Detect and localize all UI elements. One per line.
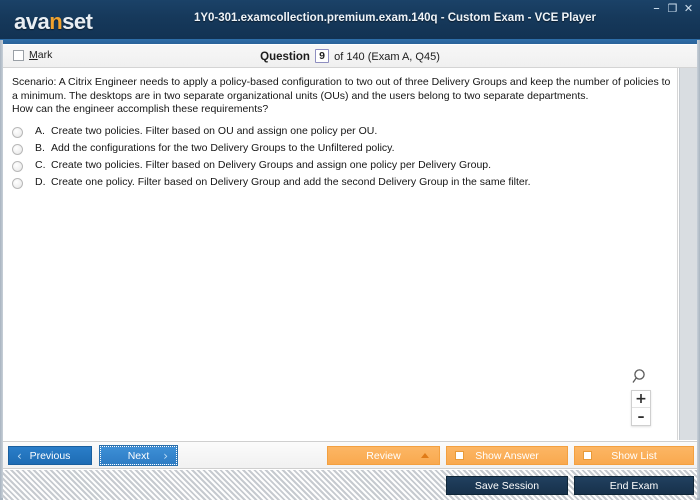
content-right-gutter — [679, 68, 697, 440]
avanset-logo: avanset — [14, 9, 93, 35]
question-header-bar: Mark Question 9 of 140 (Exam A, Q45) — [3, 45, 697, 68]
answer-option-b[interactable]: B. Add the configurations for the two De… — [12, 142, 667, 159]
end-exam-button[interactable]: End Exam — [574, 476, 694, 495]
review-button[interactable]: Review — [327, 446, 440, 465]
answer-letter-a: A. — [35, 125, 45, 137]
show-list-button[interactable]: Show List — [574, 446, 694, 465]
question-scenario-text: Scenario: A Citrix Engineer needs to app… — [12, 76, 672, 117]
question-counter-suffix: of 140 (Exam A, Q45) — [334, 51, 440, 63]
radio-button-c[interactable] — [12, 161, 23, 172]
window-title: 1Y0-301.examcollection.premium.exam.140q… — [193, 12, 597, 24]
zoom-button-group: + – — [631, 390, 651, 426]
question-content-area: Scenario: A Citrix Engineer needs to app… — [3, 68, 678, 440]
status-bar: Save Session End Exam — [3, 469, 697, 500]
question-number-input[interactable]: 9 — [315, 49, 330, 63]
chevron-up-icon — [421, 453, 429, 458]
question-line-2: How can the engineer accomplish these re… — [12, 103, 269, 115]
answer-letter-b: B. — [35, 142, 45, 154]
logo-text-part1: ava — [14, 9, 50, 34]
navigation-toolbar: ‹ Previous Next › Review Show Answer Sho… — [3, 441, 697, 469]
next-button[interactable]: Next › — [99, 445, 178, 466]
answer-letter-d: D. — [35, 176, 46, 188]
answer-options-list: A. Create two policies. Filter based on … — [12, 125, 667, 193]
zoom-controls: + – — [630, 367, 652, 426]
answer-text-b: Add the configurations for the two Deliv… — [51, 142, 395, 154]
previous-button-label: Previous — [29, 449, 71, 462]
chevron-left-icon: ‹ — [17, 448, 22, 463]
magnifier-icon[interactable] — [631, 367, 651, 387]
review-button-label: Review — [366, 449, 401, 462]
question-word-label: Question — [260, 51, 310, 63]
radio-button-b[interactable] — [12, 144, 23, 155]
answer-text-c: Create two policies. Filter based on Del… — [51, 159, 492, 171]
zoom-out-button[interactable]: – — [632, 408, 650, 425]
radio-button-d[interactable] — [12, 178, 23, 189]
question-line-1: Scenario: A Citrix Engineer needs to app… — [12, 76, 671, 102]
minimize-icon[interactable]: – — [651, 2, 662, 15]
close-icon[interactable]: ✕ — [683, 3, 694, 15]
zoom-in-button[interactable]: + — [632, 391, 650, 408]
show-answer-checkbox-icon[interactable] — [455, 451, 464, 460]
answer-option-c[interactable]: C. Create two policies. Filter based on … — [12, 159, 667, 176]
chevron-right-icon: › — [163, 448, 168, 463]
logo-accent-letter: n — [49, 9, 63, 34]
answer-text-a: Create two policies. Filter based on OU … — [51, 125, 378, 137]
maximize-icon[interactable]: ❐ — [667, 3, 678, 15]
show-list-checkbox-icon[interactable] — [583, 451, 592, 460]
answer-text-d: Create one policy. Filter based on Deliv… — [51, 176, 531, 188]
answer-letter-c: C. — [35, 159, 46, 171]
radio-button-a[interactable] — [12, 127, 23, 138]
save-session-button[interactable]: Save Session — [446, 476, 568, 495]
show-answer-button-label: Show Answer — [475, 449, 539, 462]
show-list-button-label: Show List — [611, 449, 657, 462]
window-controls: – ❐ ✕ — [651, 2, 694, 15]
answer-option-d[interactable]: D. Create one policy. Filter based on De… — [12, 176, 667, 193]
vce-player-window: avanset 1Y0-301.examcollection.premium.e… — [0, 0, 700, 500]
show-answer-button[interactable]: Show Answer — [446, 446, 568, 465]
question-counter: Question 9 of 140 (Exam A, Q45) — [3, 49, 697, 63]
next-button-label: Next — [127, 449, 150, 462]
logo-text-part2: set — [62, 9, 93, 34]
previous-button[interactable]: ‹ Previous — [8, 446, 92, 465]
title-bar: avanset 1Y0-301.examcollection.premium.e… — [0, 0, 700, 44]
answer-option-a[interactable]: A. Create two policies. Filter based on … — [12, 125, 667, 142]
